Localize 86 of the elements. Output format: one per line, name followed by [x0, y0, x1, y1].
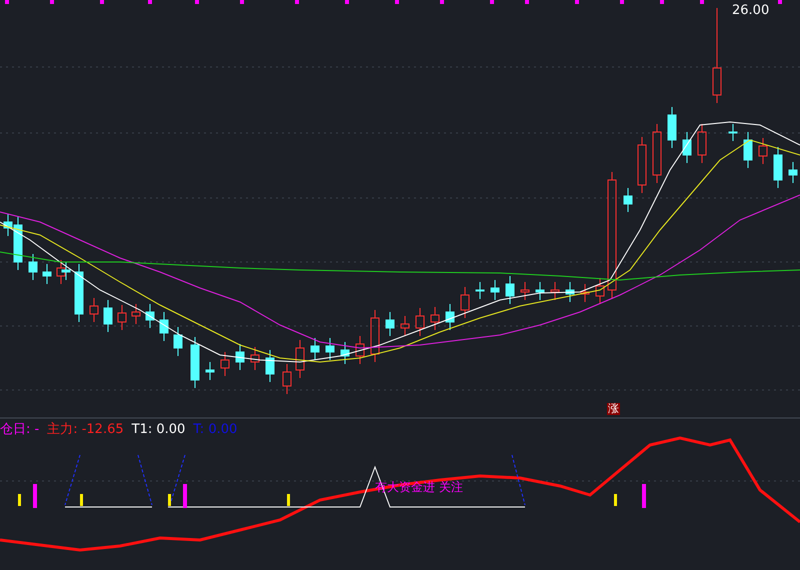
- candlestick: [326, 338, 334, 360]
- candlestick: [774, 146, 782, 188]
- tick-mark: [575, 0, 579, 4]
- candlestick: [236, 344, 244, 370]
- candlestick: [386, 312, 394, 336]
- tick-mark: [620, 0, 624, 4]
- candlestick: [132, 304, 140, 324]
- candlestick: [566, 282, 574, 302]
- candlestick: [638, 136, 646, 194]
- signal-bar: [80, 494, 83, 506]
- signal-bar: [33, 484, 37, 508]
- candlestick: [28, 254, 38, 280]
- candlestick: [698, 124, 706, 164]
- tick-mark: [240, 0, 244, 4]
- candlestick: [74, 264, 84, 322]
- candlestick: [476, 282, 484, 300]
- rise-badge: 涨: [607, 403, 620, 415]
- candlestick: [580, 284, 590, 302]
- indicator-legend-label: 主力: -12.65: [47, 421, 124, 439]
- tick-mark: [195, 0, 199, 4]
- tick-mark: [395, 0, 399, 4]
- candlestick: [550, 282, 560, 300]
- candlestick: [758, 138, 768, 164]
- candlestick: [536, 282, 544, 300]
- candlestick: [668, 106, 676, 148]
- tick-mark: [490, 0, 494, 4]
- signal-bar: [168, 494, 171, 506]
- candlestick: [596, 278, 604, 304]
- candlestick: [416, 308, 424, 336]
- candlestick: [104, 300, 112, 332]
- candlestick: [296, 340, 304, 378]
- candlestick: [652, 124, 662, 184]
- candlestick: [446, 304, 454, 330]
- signal-bar: [642, 484, 646, 508]
- candlestick: [506, 276, 514, 304]
- candlestick: [118, 304, 126, 330]
- candlestick: [220, 352, 230, 376]
- candlestick: [56, 260, 66, 284]
- candlestick: [160, 312, 168, 342]
- candlestick: [356, 336, 364, 364]
- signal-bar: [18, 494, 21, 506]
- candlestick: [728, 124, 738, 142]
- dashed-signal-line: [512, 454, 526, 506]
- candlestick: [90, 298, 98, 322]
- candlestick: [370, 310, 380, 362]
- tick-mark: [345, 0, 349, 4]
- candlestick: [400, 316, 410, 336]
- candlestick: [624, 188, 632, 212]
- tick-mark: [660, 0, 664, 4]
- candlestick: [430, 306, 440, 330]
- dashed-signal-line: [64, 454, 80, 506]
- tick-mark: [148, 0, 152, 4]
- tick-mark: [100, 0, 104, 4]
- tick-mark: [525, 0, 529, 4]
- indicator-legend-label: 仓日: -: [0, 421, 40, 439]
- tick-mark: [295, 0, 299, 4]
- signal-bar: [183, 484, 187, 508]
- candlestick: [460, 286, 470, 318]
- candlestick: [174, 326, 182, 356]
- candlestick: [250, 346, 260, 370]
- candlestick: [42, 264, 52, 284]
- tick-mark: [778, 0, 782, 4]
- tick-mark: [5, 0, 9, 4]
- candlestick: [146, 304, 154, 328]
- candlestick: [282, 364, 292, 394]
- candlestick: [520, 282, 530, 300]
- signal-bar: [287, 494, 290, 506]
- tick-mark: [50, 0, 54, 4]
- candlestick: [266, 350, 274, 382]
- candlestick: [682, 132, 692, 164]
- candlestick: [490, 280, 500, 300]
- candlestick: [190, 336, 200, 388]
- tick-mark: [700, 0, 704, 4]
- high-price-label: 26.00: [732, 3, 770, 18]
- indicator-legend-label: T: 0.00: [193, 421, 238, 439]
- candlestick: [206, 362, 214, 380]
- indicator-legend-label: T1: 0.00: [132, 421, 186, 439]
- dashed-signal-line: [138, 454, 152, 506]
- tick-mark: [440, 0, 444, 4]
- candlestick: [744, 132, 752, 168]
- price-spike-wick: [716, 8, 718, 68]
- candlestick: [788, 162, 798, 184]
- signal-bar: [614, 494, 617, 506]
- candlestick: [62, 262, 70, 280]
- candlestick: [310, 338, 320, 360]
- candlestick: [340, 342, 350, 364]
